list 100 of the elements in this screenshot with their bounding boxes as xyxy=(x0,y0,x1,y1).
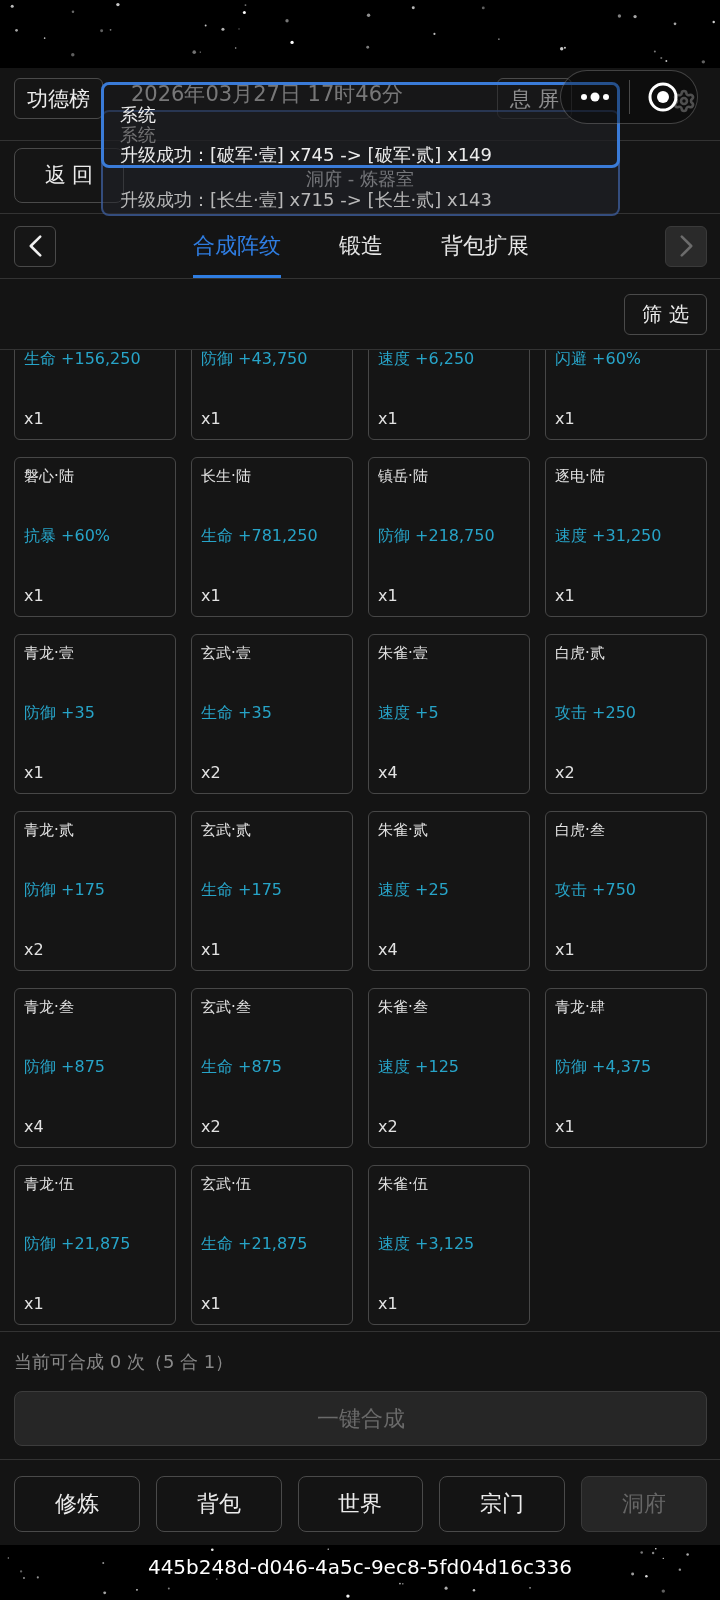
item-count: x1 xyxy=(24,1296,45,1312)
item-count: x4 xyxy=(378,765,399,781)
item-count: x1 xyxy=(24,588,45,604)
synthesis-count-text: 当前可合成 0 次（5 合 1） xyxy=(14,1352,234,1372)
item-stat: 防御 +175 xyxy=(24,882,107,898)
item-card[interactable]: 朱雀·叁 速度 +125 x2 xyxy=(368,988,530,1148)
item-card[interactable]: 速度 +6,250 x1 xyxy=(368,350,530,440)
item-name: 玄武·叁 xyxy=(201,999,252,1015)
toast-title: 系统 xyxy=(120,105,156,125)
item-card[interactable]: 生命 +156,250 x1 xyxy=(14,350,176,440)
item-stat: 防御 +43,750 xyxy=(201,351,309,367)
item-count: x2 xyxy=(555,765,576,781)
item-count: x1 xyxy=(555,1119,576,1135)
more-icon xyxy=(580,92,609,102)
screen-off-button[interactable]: 息 屏 xyxy=(497,78,572,119)
item-stat: 生命 +175 xyxy=(201,882,284,898)
item-count: x4 xyxy=(24,1119,45,1135)
item-count: x2 xyxy=(378,1119,399,1135)
item-card[interactable]: 防御 +43,750 x1 xyxy=(191,350,353,440)
item-stat: 防御 +875 xyxy=(24,1059,107,1075)
page-title: 洞府 - 炼器室 xyxy=(306,169,414,189)
item-stat: 速度 +25 xyxy=(378,882,450,898)
leaderboard-button[interactable]: 功德榜 xyxy=(14,78,103,119)
item-card[interactable]: 青龙·壹 防御 +35 x1 xyxy=(14,634,176,794)
item-name: 朱雀·壹 xyxy=(378,645,429,661)
item-card[interactable]: 磐心·陆 抗暴 +60% x1 xyxy=(14,457,176,617)
item-card[interactable]: 青龙·伍 防御 +21,875 x1 xyxy=(14,1165,176,1325)
item-name: 青龙·伍 xyxy=(24,1176,75,1192)
nav-button[interactable]: 背包 xyxy=(155,1476,282,1532)
item-name: 青龙·壹 xyxy=(24,645,75,661)
item-card[interactable]: 闪避 +60% x1 xyxy=(545,350,707,440)
item-name: 朱雀·叁 xyxy=(378,999,429,1015)
item-stat: 防御 +218,750 xyxy=(378,528,496,544)
item-card[interactable]: 青龙·贰 防御 +175 x2 xyxy=(14,811,176,971)
previous-button[interactable] xyxy=(14,225,56,267)
filter-button[interactable]: 筛 选 xyxy=(624,293,707,335)
item-stat: 速度 +125 xyxy=(378,1059,461,1075)
item-stat: 速度 +6,250 xyxy=(378,351,476,367)
item-card[interactable]: 玄武·壹 生命 +35 x2 xyxy=(191,634,353,794)
item-count: x1 xyxy=(378,588,399,604)
item-stat: 防御 +21,875 xyxy=(24,1236,132,1252)
item-count: x2 xyxy=(24,942,45,958)
item-card[interactable]: 白虎·贰 攻击 +250 x2 xyxy=(545,634,707,794)
item-count: x1 xyxy=(201,942,222,958)
item-count: x1 xyxy=(24,765,45,781)
item-count: x1 xyxy=(555,411,576,427)
item-count: x2 xyxy=(201,765,222,781)
item-name: 朱雀·伍 xyxy=(378,1176,429,1192)
item-card[interactable]: 青龙·肆 防御 +4,375 x1 xyxy=(545,988,707,1148)
item-stat: 速度 +31,250 xyxy=(555,528,663,544)
item-name: 朱雀·贰 xyxy=(378,822,429,838)
item-stat: 速度 +5 xyxy=(378,705,440,721)
tab[interactable]: 锻造 xyxy=(338,214,383,278)
item-name: 青龙·叁 xyxy=(24,999,75,1015)
chevron-left-icon xyxy=(27,235,43,257)
toast-title: 系统 xyxy=(120,125,156,145)
item-card[interactable]: 青龙·叁 防御 +875 x4 xyxy=(14,988,176,1148)
item-stat: 生命 +875 xyxy=(201,1059,284,1075)
item-count: x1 xyxy=(201,411,222,427)
item-count: x2 xyxy=(201,1119,222,1135)
item-count: x1 xyxy=(555,588,576,604)
item-name: 长生·陆 xyxy=(201,468,252,484)
item-card[interactable]: 朱雀·壹 速度 +5 x4 xyxy=(368,634,530,794)
item-name: 玄武·伍 xyxy=(201,1176,252,1192)
item-card[interactable]: 玄武·叁 生命 +875 x2 xyxy=(191,988,353,1148)
nav-button[interactable]: 世界 xyxy=(297,1476,424,1532)
item-stat: 防御 +4,375 xyxy=(555,1059,653,1075)
item-stat: 攻击 +750 xyxy=(555,882,638,898)
item-name: 逐电·陆 xyxy=(555,468,606,484)
item-count: x1 xyxy=(24,411,45,427)
item-stat: 闪避 +60% xyxy=(555,351,643,367)
item-name: 磐心·陆 xyxy=(24,468,75,484)
item-card[interactable]: 朱雀·伍 速度 +3,125 x1 xyxy=(368,1165,530,1325)
item-count: x1 xyxy=(555,942,576,958)
item-card[interactable]: 白虎·叁 攻击 +750 x1 xyxy=(545,811,707,971)
item-card[interactable]: 朱雀·贰 速度 +25 x4 xyxy=(368,811,530,971)
settings-icon[interactable] xyxy=(672,89,696,113)
item-count: x1 xyxy=(201,588,222,604)
item-card[interactable]: 玄武·伍 生命 +21,875 x1 xyxy=(191,1165,353,1325)
item-count: x1 xyxy=(378,1296,399,1312)
item-name: 镇岳·陆 xyxy=(378,468,429,484)
target-icon xyxy=(648,82,679,112)
tab[interactable]: 背包扩展 xyxy=(440,214,529,278)
item-stat: 生命 +21,875 xyxy=(201,1236,309,1252)
item-name: 青龙·肆 xyxy=(555,999,606,1015)
item-card[interactable]: 逐电·陆 速度 +31,250 x1 xyxy=(545,457,707,617)
item-stat: 防御 +35 xyxy=(24,705,96,721)
item-card[interactable]: 玄武·贰 生命 +175 x1 xyxy=(191,811,353,971)
item-count: x1 xyxy=(201,1296,222,1312)
device-id-text: 445b248d-d046-4a5c-9ec8-5fd04d16c336 xyxy=(147,1557,573,1577)
item-name: 白虎·叁 xyxy=(555,822,606,838)
nav-button[interactable]: 宗门 xyxy=(439,1476,566,1532)
nav-button[interactable]: 修炼 xyxy=(14,1476,140,1532)
item-card[interactable]: 长生·陆 生命 +781,250 x1 xyxy=(191,457,353,617)
item-name: 白虎·贰 xyxy=(555,645,606,661)
date-time-text: 2026年03月27日 17时46分 xyxy=(131,81,404,106)
item-card[interactable]: 镇岳·陆 防御 +218,750 x1 xyxy=(368,457,530,617)
item-count: x4 xyxy=(378,942,399,958)
item-stat: 生命 +781,250 xyxy=(201,528,319,544)
item-count: x1 xyxy=(378,411,399,427)
